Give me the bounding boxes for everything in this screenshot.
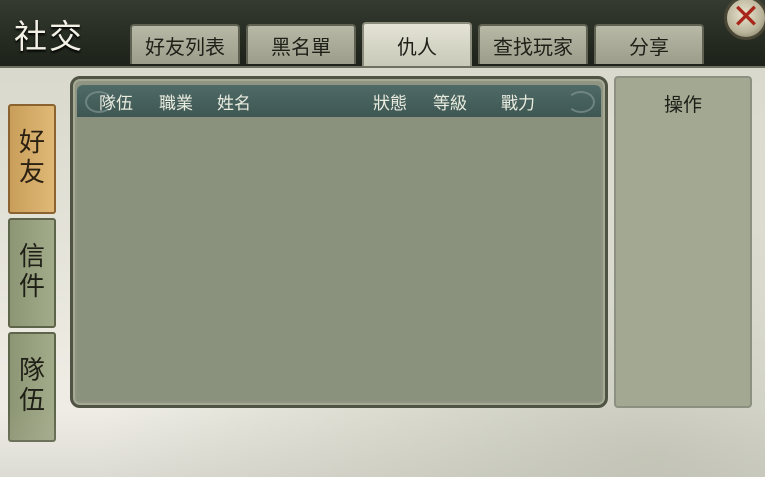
side-tab-friends[interactable]: 好 友 bbox=[8, 104, 56, 214]
ornament-right-icon bbox=[567, 91, 595, 113]
operations-title: 操作 bbox=[663, 94, 702, 116]
tab-blacklist[interactable]: 黑名單 bbox=[246, 24, 356, 64]
window-title: 社交 bbox=[14, 17, 84, 56]
table-header: 隊伍 職業 姓名 狀態 等級 戰力 bbox=[77, 85, 601, 117]
tab-find-player[interactable]: 查找玩家 bbox=[478, 24, 588, 64]
operations-panel: 操作 bbox=[614, 76, 752, 408]
tab-friend-list[interactable]: 好友列表 bbox=[130, 24, 240, 64]
side-tab-mail[interactable]: 信 件 bbox=[8, 218, 56, 328]
enemy-list-panel: 隊伍 職業 姓名 狀態 等級 戰力 bbox=[70, 76, 608, 408]
close-icon: ✕ bbox=[731, 0, 761, 37]
column-header-status[interactable]: 狀態 bbox=[373, 89, 407, 114]
tab-enemies[interactable]: 仇人 bbox=[362, 22, 472, 66]
column-header-level[interactable]: 等級 bbox=[433, 89, 467, 114]
tab-label: 黑名單 bbox=[271, 34, 331, 59]
column-header-class[interactable]: 職業 bbox=[159, 89, 193, 114]
side-tab-char: 隊 bbox=[18, 356, 45, 387]
enemy-list[interactable] bbox=[77, 117, 601, 401]
tab-share[interactable]: 分享 bbox=[594, 24, 704, 64]
side-tab-char: 好 bbox=[18, 128, 45, 159]
side-tab-char: 友 bbox=[18, 158, 45, 188]
side-tab-char: 信 bbox=[18, 242, 45, 273]
tab-label: 查找玩家 bbox=[493, 34, 573, 59]
bottom-backdrop bbox=[0, 408, 765, 477]
tab-label: 仇人 bbox=[397, 34, 437, 59]
close-button[interactable]: ✕ bbox=[724, 0, 765, 40]
tab-label: 好友列表 bbox=[145, 34, 225, 59]
side-tab-char: 件 bbox=[18, 272, 45, 302]
column-header-name[interactable]: 姓名 bbox=[217, 89, 251, 114]
column-header-team[interactable]: 隊伍 bbox=[99, 89, 133, 114]
tab-label: 分享 bbox=[629, 34, 669, 59]
column-header-power[interactable]: 戰力 bbox=[501, 89, 535, 114]
social-window: 社交 好友列表 黑名單 仇人 查找玩家 分享 ✕ 好 友 信 件 隊 伍 隊伍 … bbox=[0, 0, 765, 477]
